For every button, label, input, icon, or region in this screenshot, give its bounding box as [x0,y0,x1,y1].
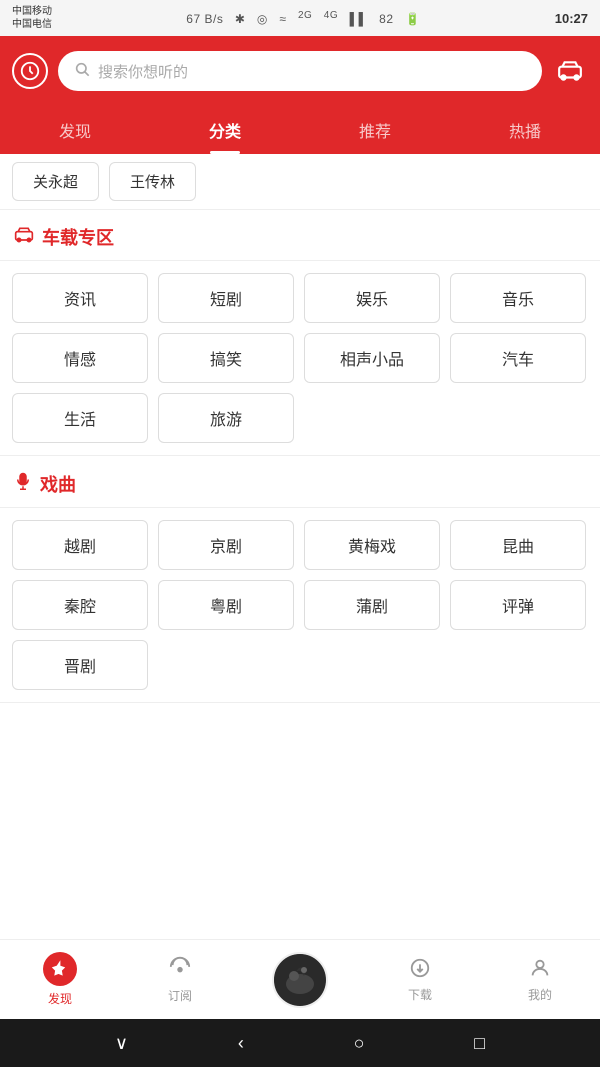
car-tag-grid: 资讯 短剧 娱乐 音乐 情感 搞笑 相声小品 汽车 生活 旅游 [0,261,600,456]
nav-item-discover[interactable]: 发现 [0,952,120,1007]
partial-tag-row: 关永超 王传林 [0,154,600,210]
android-home-btn[interactable]: ○ [354,1033,365,1054]
section-header-car: 车载专区 [0,210,600,261]
tag-kunqu[interactable]: 昆曲 [450,520,586,570]
tag-qinggan[interactable]: 情感 [12,333,148,383]
tag-huangmei[interactable]: 黄梅戏 [304,520,440,570]
tag-yinyue[interactable]: 音乐 [450,273,586,323]
tab-recommend[interactable]: 推荐 [300,106,450,154]
bottom-nav: 发现 订阅 [0,939,600,1019]
app-header: 搜索你想听的 [0,36,600,106]
tag-xiangsheng[interactable]: 相声小品 [304,333,440,383]
clock-icon[interactable] [12,53,48,89]
tag-wangchuanlin[interactable]: 王传林 [109,162,196,201]
discover-icon-bg [43,952,77,986]
tag-zixun[interactable]: 资讯 [12,273,148,323]
tag-jingju[interactable]: 京剧 [158,520,294,570]
nav-item-subscribe[interactable]: 订阅 [120,955,240,1004]
time-display: 10:27 [555,11,588,26]
nav-item-mine[interactable]: 我的 [480,957,600,1003]
content-area: 关永超 王传林 车载专区 资讯 短剧 娱乐 音乐 情感 搞笑 相声小品 汽车 生… [0,154,600,939]
tag-yueju2[interactable]: 粤剧 [158,580,294,630]
car-section-icon [14,225,34,250]
tag-pingtan[interactable]: 评弹 [450,580,586,630]
subscribe-icon [169,955,191,983]
search-icon [74,61,90,82]
nav-item-player[interactable] [240,952,360,1008]
tag-qinqiang[interactable]: 秦腔 [12,580,148,630]
carrier-info: 中国移动 中国电信 [12,5,52,31]
tag-qiche[interactable]: 汽车 [450,333,586,383]
search-placeholder: 搜索你想听的 [98,61,188,82]
tag-shenghuo[interactable]: 生活 [12,393,148,443]
tab-discover[interactable]: 发现 [0,106,150,154]
android-back-btn[interactable]: ‹ [238,1033,244,1054]
car-icon[interactable] [552,53,588,89]
tab-category[interactable]: 分类 [150,106,300,154]
nav-tabs: 发现 分类 推荐 热播 [0,106,600,154]
signal-info: 67 B/s ✱ ◎ ≈ 2G 4G ▌▌ 82 🔋 [186,10,420,26]
player-avatar [272,952,328,1008]
tab-hot[interactable]: 热播 [450,106,600,154]
tag-duanju[interactable]: 短剧 [158,273,294,323]
android-recent-btn[interactable]: □ [474,1033,485,1054]
tag-puju[interactable]: 蒲剧 [304,580,440,630]
mine-icon [529,957,551,982]
search-bar[interactable]: 搜索你想听的 [58,51,542,91]
status-bar: 中国移动 中国电信 67 B/s ✱ ◎ ≈ 2G 4G ▌▌ 82 🔋 10:… [0,0,600,36]
mic-section-icon [14,470,32,497]
section-title-car: 车载专区 [42,224,114,250]
tag-gaoxiao[interactable]: 搞笑 [158,333,294,383]
xiqu-tag-grid: 越剧 京剧 黄梅戏 昆曲 秦腔 粤剧 蒲剧 评弹 晋剧 [0,508,600,703]
tag-yueju[interactable]: 越剧 [12,520,148,570]
section-header-xiqu: 戏曲 [0,456,600,508]
tag-guanyongchao[interactable]: 关永超 [12,162,99,201]
android-down-btn[interactable]: ∨ [115,1033,128,1054]
tag-lvyou[interactable]: 旅游 [158,393,294,443]
android-nav-bar: ∨ ‹ ○ □ [0,1019,600,1067]
download-icon [409,957,431,982]
nav-item-download[interactable]: 下载 [360,957,480,1003]
tag-yule[interactable]: 娱乐 [304,273,440,323]
tag-jinju[interactable]: 晋剧 [12,640,148,690]
section-title-xiqu: 戏曲 [40,471,76,497]
